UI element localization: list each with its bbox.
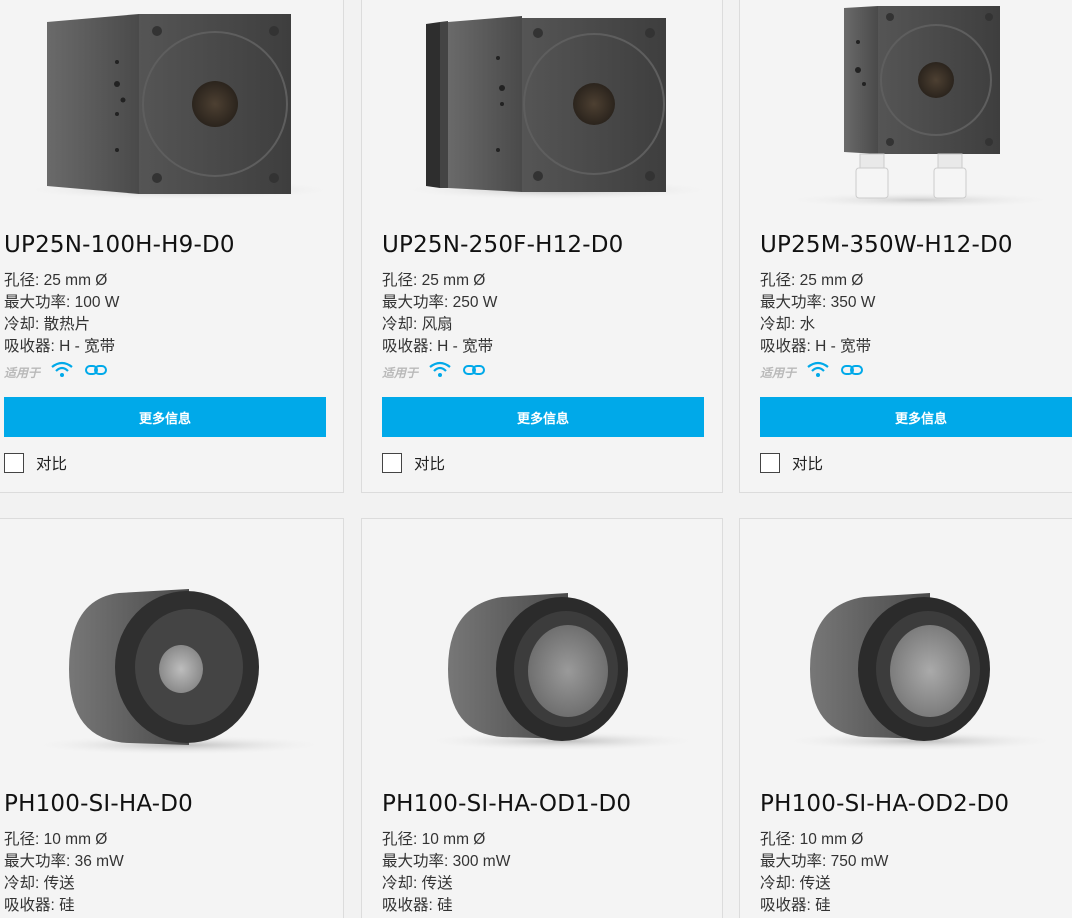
more-info-button[interactable]: 更多信息 [4,397,326,437]
link-icon [462,361,486,384]
compare-checkbox[interactable]: 对比 [760,452,823,474]
product-image[interactable] [0,519,343,769]
product-title[interactable]: PH100-SI-HA-OD2-D0 [760,791,1009,817]
spec-cooling: 冷却: 传送 [760,875,831,892]
compare-label: 对比 [36,456,68,473]
more-info-button[interactable]: 更多信息 [382,397,704,437]
spec-max-power: 最大功率: 100 W [4,294,120,311]
suitable-for-label: 适用于 [760,365,797,380]
product-card: PH100-SI-HA-OD1-D0 孔径: 10 mm Ø 最大功率: 300… [361,518,723,918]
spec-absorber: 吸收器: 硅 [760,897,831,914]
product-image[interactable] [740,519,1072,769]
compare-label: 对比 [792,456,824,473]
spec-absorber: 吸收器: 硅 [382,897,453,914]
product-card: UP25N-250F-H12-D0 孔径: 25 mm Ø 最大功率: 250 … [361,0,723,493]
spec-absorber: 吸收器: H - 宽带 [4,338,116,355]
checkbox-box[interactable] [4,453,24,473]
product-card: UP25N-100H-H9-D0 孔径: 25 mm Ø 最大功率: 100 W… [0,0,344,493]
wireless-icon [806,361,830,384]
spec-cooling: 冷却: 传送 [4,875,75,892]
compare-checkbox[interactable]: 对比 [4,452,67,474]
spec-absorber: 吸收器: H - 宽带 [382,338,494,355]
product-specs: 孔径: 10 mm Ø 最大功率: 36 mW 冷却: 传送 吸收器: 硅 [4,829,124,917]
spec-cooling: 冷却: 风扇 [382,316,453,333]
spec-cooling: 冷却: 传送 [382,875,453,892]
product-card: PH100-SI-HA-OD2-D0 孔径: 10 mm Ø 最大功率: 750… [739,518,1072,918]
product-title[interactable]: PH100-SI-HA-OD1-D0 [382,791,631,817]
spec-aperture: 孔径: 10 mm Ø [382,831,486,848]
product-specs: 孔径: 25 mm Ø 最大功率: 100 W 冷却: 散热片 吸收器: H -… [4,270,119,358]
spec-aperture: 孔径: 10 mm Ø [4,831,108,848]
wireless-icon [428,361,452,384]
product-specs: 孔径: 25 mm Ø 最大功率: 350 W 冷却: 水 吸收器: H - 宽… [760,270,875,358]
spec-absorber: 吸收器: 硅 [4,897,75,914]
compatibility-row: 适用于 [760,361,864,384]
product-specs: 孔径: 10 mm Ø 最大功率: 750 mW 冷却: 传送 吸收器: 硅 [760,829,888,917]
wireless-icon [50,361,74,384]
product-image[interactable] [740,0,1072,218]
product-title[interactable]: UP25N-100H-H9-D0 [4,232,235,258]
product-title[interactable]: UP25N-250F-H12-D0 [382,232,624,258]
compatibility-row: 适用于 [382,361,486,384]
checkbox-box[interactable] [760,453,780,473]
spec-cooling: 冷却: 散热片 [4,316,91,333]
product-image[interactable] [0,0,343,218]
spec-aperture: 孔径: 25 mm Ø [4,272,108,289]
spec-aperture: 孔径: 25 mm Ø [382,272,486,289]
compare-label: 对比 [414,456,446,473]
product-specs: 孔径: 10 mm Ø 最大功率: 300 mW 冷却: 传送 吸收器: 硅 [382,829,510,917]
compatibility-row: 适用于 [4,361,108,384]
spec-aperture: 孔径: 25 mm Ø [760,272,864,289]
spec-max-power: 最大功率: 250 W [382,294,498,311]
spec-max-power: 最大功率: 350 W [760,294,876,311]
product-title[interactable]: UP25M-350W-H12-D0 [760,232,1013,258]
spec-max-power: 最大功率: 36 mW [4,853,124,870]
suitable-for-label: 适用于 [382,365,419,380]
product-card: UP25M-350W-H12-D0 孔径: 25 mm Ø 最大功率: 350 … [739,0,1072,493]
link-icon [84,361,108,384]
spec-aperture: 孔径: 10 mm Ø [760,831,864,848]
product-title[interactable]: PH100-SI-HA-D0 [4,791,193,817]
checkbox-box[interactable] [382,453,402,473]
more-info-button[interactable]: 更多信息 [760,397,1072,437]
spec-absorber: 吸收器: H - 宽带 [760,338,872,355]
spec-max-power: 最大功率: 750 mW [760,853,889,870]
link-icon [840,361,864,384]
spec-max-power: 最大功率: 300 mW [382,853,511,870]
product-image[interactable] [362,519,722,769]
spec-cooling: 冷却: 水 [760,316,816,333]
compare-checkbox[interactable]: 对比 [382,452,445,474]
suitable-for-label: 适用于 [4,365,41,380]
product-specs: 孔径: 25 mm Ø 最大功率: 250 W 冷却: 风扇 吸收器: H - … [382,270,497,358]
product-card: PH100-SI-HA-D0 孔径: 10 mm Ø 最大功率: 36 mW 冷… [0,518,344,918]
product-image[interactable] [362,0,722,218]
